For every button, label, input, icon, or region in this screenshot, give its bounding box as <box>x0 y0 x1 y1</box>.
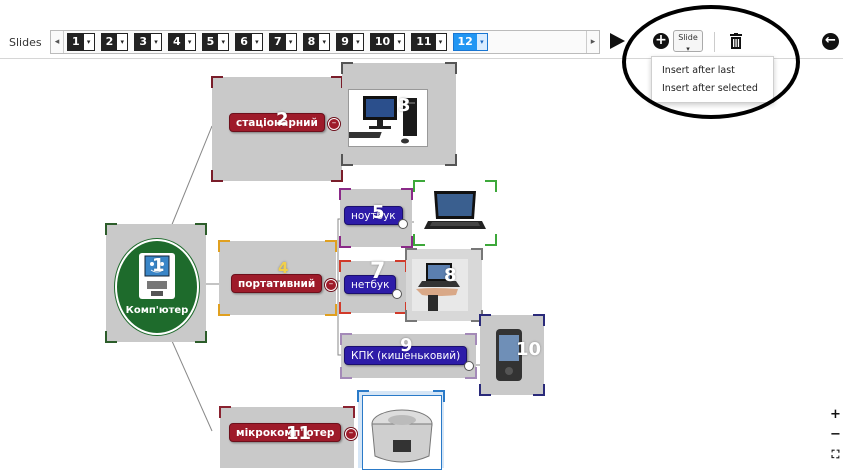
zoom-out-button[interactable]: − <box>828 427 843 442</box>
netbook-in-hand-icon <box>416 263 460 311</box>
slide-thumb-10[interactable]: 10 ▾ <box>369 33 406 51</box>
slide-number-9: 9 <box>400 335 413 356</box>
slide-thumb-9[interactable]: 9 ▾ <box>336 33 364 51</box>
back-arrow-icon[interactable]: ← <box>822 33 839 50</box>
laptop-icon <box>424 191 486 229</box>
slide-number-10: 10 <box>516 339 542 360</box>
chevron-down-icon[interactable]: ▾ <box>394 34 405 50</box>
zoom-in-button[interactable]: + <box>828 407 843 422</box>
slide-number-8: 8 <box>444 265 457 286</box>
multicooker-icon <box>371 409 433 463</box>
slide-thumb-7[interactable]: 7 ▾ <box>268 33 297 51</box>
collapse-icon[interactable]: – <box>345 428 357 440</box>
slide-thumb-12[interactable]: 12 ▾ <box>452 33 488 51</box>
slide-thumb-6[interactable]: 6 ▾ <box>235 33 263 51</box>
slide-thumb-2[interactable]: 2 ▾ <box>100 33 129 51</box>
desktop-computer-icon <box>349 96 417 144</box>
slide-thumbnails: 1 ▾ 2 ▾ 3 ▾ 4 ▾ 5 ▾ 6 ▾ 7 ▾ 8 ▾ 9 ▾ 10 ▾ 11 ▾ 12 ▾ <box>67 33 488 51</box>
laptop-image[interactable] <box>422 187 488 237</box>
slide-thumb-3[interactable]: 3 ▾ <box>134 33 162 51</box>
chevron-down-icon[interactable]: ▾ <box>319 34 330 50</box>
chevron-down-icon[interactable]: ▾ <box>83 34 94 50</box>
node-portable[interactable]: портативний <box>231 274 323 293</box>
multicooker-image[interactable] <box>362 395 442 470</box>
desktop-computer-image[interactable] <box>348 89 428 147</box>
slide-number-3: 3 <box>398 95 411 116</box>
connector-dot[interactable] <box>398 219 408 229</box>
chevron-down-icon[interactable]: ▾ <box>352 34 363 50</box>
mindmap-canvas[interactable]: Комп'ютер стаціонарний – портативний – м… <box>0 59 843 470</box>
netbook-image[interactable] <box>412 259 468 311</box>
slide-number-11: 11 <box>286 423 312 444</box>
chevron-down-icon[interactable]: ▾ <box>150 34 161 50</box>
slide-number-5: 5 <box>372 202 385 223</box>
chevron-down-icon[interactable]: ▾ <box>285 34 296 50</box>
slide-number-1: 1 <box>152 255 165 276</box>
annotation-circle <box>622 5 800 119</box>
connector-dot[interactable] <box>464 361 474 371</box>
chevron-down-icon[interactable]: ▾ <box>117 34 128 50</box>
chevron-down-icon[interactable]: ▾ <box>251 34 262 50</box>
collapse-icon[interactable]: – <box>328 118 340 130</box>
chevron-down-icon[interactable]: ▾ <box>218 34 229 50</box>
slide-thumb-5[interactable]: 5 ▾ <box>201 33 230 51</box>
scroll-right-icon[interactable]: ▸ <box>586 31 599 53</box>
slide-number-2: 2 <box>276 109 289 130</box>
slide-thumb-11[interactable]: 11 ▾ <box>411 33 447 51</box>
fit-screen-icon[interactable]: ⛶ <box>828 447 843 462</box>
slide-strip: ◂ 1 ▾ 2 ▾ 3 ▾ 4 ▾ 5 ▾ 6 ▾ 7 ▾ 8 ▾ 9 ▾ 10 ▾ 11 ▾ 12 ▾… <box>50 30 600 54</box>
scroll-left-icon[interactable]: ◂ <box>51 31 64 53</box>
connector-dot[interactable] <box>392 289 402 299</box>
slide-thumb-1[interactable]: 1 ▾ <box>67 33 95 51</box>
chevron-down-icon[interactable]: ▾ <box>435 34 446 50</box>
chevron-down-icon[interactable]: ▾ <box>184 34 195 50</box>
root-node-label: Комп'ютер <box>125 305 189 316</box>
root-node[interactable]: Комп'ютер <box>115 239 199 335</box>
collapse-icon[interactable]: – <box>325 279 337 291</box>
slide-thumb-4[interactable]: 4 ▾ <box>167 33 196 51</box>
chevron-down-icon[interactable]: ▾ <box>476 34 487 50</box>
slides-label: Slides <box>9 36 42 49</box>
slide-thumb-8[interactable]: 8 ▾ <box>302 33 331 51</box>
slide-number-7: 7 <box>370 259 386 284</box>
slide-number-4: 4 <box>278 259 289 277</box>
